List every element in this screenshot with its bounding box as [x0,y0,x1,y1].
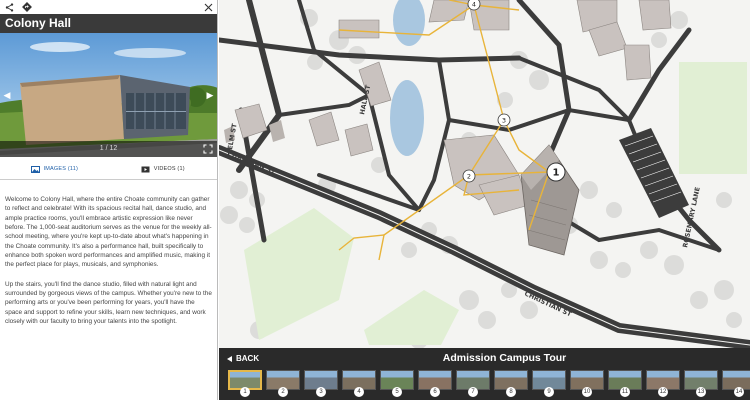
campus-map[interactable]: ELM ST CHRISTIAN ST CHRISTIAN ST ROSEMAR… [219,0,750,348]
tour-route [338,0,550,261]
pond-north [393,0,425,46]
tour-stop-1[interactable]: 1 [228,370,262,398]
pond-south [390,80,424,156]
athletic-field-east [679,62,747,174]
map-marker-3[interactable]: 3 [497,113,511,127]
tour-stop-number: 6 [430,387,440,397]
tour-stop-11[interactable]: 11 [608,370,642,398]
tour-stop-8[interactable]: 8 [494,370,528,398]
tour-stop-number: 7 [468,387,478,397]
tab-images-label: IMAGES (11) [43,166,78,172]
tour-stop-number: 1 [240,387,250,397]
tour-stop-number: 14 [734,387,744,397]
tour-stop-number: 13 [696,387,706,397]
tab-videos[interactable]: VIDEOS (1) [109,159,218,179]
media-tabs: IMAGES (11) VIDEOS (1) [0,159,217,180]
tour-stop-number: 8 [506,387,516,397]
tour-stop-number: 4 [354,387,364,397]
tour-stop-number: 2 [278,387,288,397]
map-marker-4[interactable]: 4 [467,0,481,11]
video-icon [141,166,150,172]
tour-stop-9[interactable]: 9 [532,370,566,398]
tour-stop-13[interactable]: 13 [684,370,718,398]
tour-stop-6[interactable]: 6 [418,370,452,398]
tour-stop-number: 3 [316,387,326,397]
tour-stop-number: 9 [544,387,554,397]
images-icon [30,165,40,173]
fullscreen-icon[interactable] [203,144,213,154]
location-photo[interactable]: ◀ ▶ 1 / 12 [0,33,217,157]
panel-toolbar [0,0,217,14]
svg-text:2: 2 [467,173,471,181]
tour-stop-3[interactable]: 3 [304,370,338,398]
next-photo-button[interactable]: ▶ [205,89,215,101]
directions-icon[interactable] [22,2,32,12]
tour-stop-number: 12 [658,387,668,397]
parking-lot [619,128,689,218]
location-description: Welcome to Colony Hall, where the entire… [0,180,217,326]
tour-bar: BACK Admission Campus Tour 1 2 3 4 5 6 7 8 9 10 11… [219,348,750,400]
description-paragraph-2: Up the stairs, you'll find the dance stu… [5,280,212,326]
colony-hall-building[interactable] [520,144,580,256]
photo-counter: 1 / 12 [0,141,217,157]
tour-stop-12[interactable]: 12 [646,370,680,398]
tab-images[interactable]: IMAGES (11) [0,159,109,179]
tour-stop-14[interactable]: 14 [722,370,750,398]
prev-photo-button[interactable]: ◀ [2,89,12,101]
svg-text:4: 4 [472,1,476,9]
tour-stop-number: 5 [392,387,402,397]
tab-videos-label: VIDEOS (1) [153,166,185,172]
tour-stop-4[interactable]: 4 [342,370,376,398]
location-panel: Colony Hall ◀ ▶ 1 / 12 IMAGES (11) VIDEO… [0,0,218,400]
tour-stop-5[interactable]: 5 [380,370,414,398]
tour-stop-10[interactable]: 10 [570,370,604,398]
tour-stop-thumbnails: 1 2 3 4 5 6 7 8 9 10 11 12 13 14 [219,370,750,398]
tour-stop-number: 10 [582,387,592,397]
tour-stop-7[interactable]: 7 [456,370,490,398]
share-icon[interactable] [4,2,14,12]
close-icon[interactable] [203,2,213,12]
map-marker-2[interactable]: 2 [462,169,476,183]
svg-text:3: 3 [502,117,506,125]
tour-stop-2[interactable]: 2 [266,370,300,398]
tour-stop-number: 11 [620,387,630,397]
map-marker-1[interactable]: 1 [546,162,566,182]
svg-text:1: 1 [553,168,560,179]
description-paragraph-1: Welcome to Colony Hall, where the entire… [5,196,212,269]
tour-title: Admission Campus Tour [442,352,567,364]
location-title: Colony Hall [0,14,217,33]
street-label-elm: ELM ST [226,122,239,150]
athletic-field-south [364,290,459,345]
